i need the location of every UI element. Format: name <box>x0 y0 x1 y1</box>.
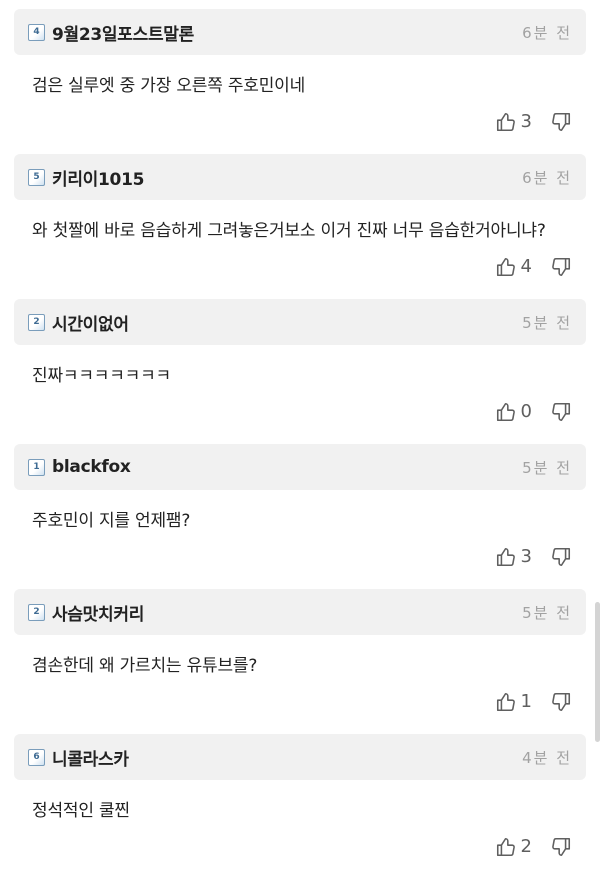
scrollbar[interactable] <box>595 602 600 742</box>
dislike-button[interactable] <box>550 546 572 568</box>
dislike-button[interactable] <box>550 836 572 858</box>
comment: 4 9월23일포스트말론 6분 전 검은 실루엣 중 가장 오른쪽 주호민이네 … <box>0 9 600 147</box>
thumbs-down-icon <box>550 111 572 133</box>
level-badge-icon: 5 <box>28 168 45 186</box>
thumbs-up-icon <box>495 836 517 858</box>
level-badge-icon: 1 <box>28 458 45 476</box>
like-count: 0 <box>520 401 532 422</box>
comment-author[interactable]: 니콜라스카 <box>52 745 522 770</box>
comment-text: 겸손한데 왜 가르치는 유튜브를? <box>32 656 258 676</box>
comment-header: 6 니콜라스카 4분 전 <box>14 734 586 780</box>
thumbs-up-icon <box>495 401 517 423</box>
like-count: 4 <box>520 256 532 277</box>
comment-text: 정석적인 쿨찐 <box>32 801 130 821</box>
comment-text: 검은 실루엣 중 가장 오른쪽 주호민이네 <box>32 76 306 96</box>
dislike-button[interactable] <box>550 691 572 713</box>
thumbs-up-icon <box>495 546 517 568</box>
thumbs-down-icon <box>550 546 572 568</box>
comment-header: 1 blackfox 5분 전 <box>14 444 586 490</box>
comment-actions: 1 <box>0 683 600 727</box>
like-count: 3 <box>520 546 532 567</box>
comment-actions: 2 <box>0 828 600 872</box>
comment-list: 4 9월23일포스트말론 6분 전 검은 실루엣 중 가장 오른쪽 주호민이네 … <box>0 0 600 872</box>
comment-time: 5분 전 <box>522 313 572 332</box>
thumbs-down-icon <box>550 691 572 713</box>
level-badge-icon: 2 <box>28 603 45 621</box>
dislike-button[interactable] <box>550 256 572 278</box>
comment: 2 사슴맛치커리 5분 전 겸손한데 왜 가르치는 유튜브를? 1 <box>0 589 600 727</box>
dislike-button[interactable] <box>550 401 572 423</box>
like-button[interactable]: 4 <box>495 256 532 278</box>
like-button[interactable]: 3 <box>495 546 532 568</box>
dislike-button[interactable] <box>550 111 572 133</box>
comment-time: 5분 전 <box>522 458 572 477</box>
thumbs-down-icon <box>550 836 572 858</box>
comment: 2 시간이없어 5분 전 진짜ㅋㅋㅋㅋㅋㅋㅋ 0 <box>0 299 600 437</box>
comment-actions: 0 <box>0 393 600 437</box>
comment-header: 4 9월23일포스트말론 6분 전 <box>14 9 586 55</box>
thumbs-up-icon <box>495 111 517 133</box>
comment-text: 와 첫짤에 바로 음습하게 그려놓은거보소 이거 진짜 너무 음습한거아니냐? <box>32 221 546 241</box>
like-button[interactable]: 1 <box>495 691 532 713</box>
comment-header: 5 키리이1015 6분 전 <box>14 154 586 200</box>
comment: 5 키리이1015 6분 전 와 첫짤에 바로 음습하게 그려놓은거보소 이거 … <box>0 154 600 292</box>
comment-header: 2 사슴맛치커리 5분 전 <box>14 589 586 635</box>
comment-author[interactable]: 키리이1015 <box>52 165 522 190</box>
comment-time: 4분 전 <box>522 748 572 767</box>
like-button[interactable]: 0 <box>495 401 532 423</box>
comment-actions: 3 <box>0 103 600 147</box>
comment-actions: 3 <box>0 538 600 582</box>
comment-time: 5분 전 <box>522 603 572 622</box>
comment-text: 주호민이 지를 언제팸? <box>32 511 191 531</box>
comment-actions: 4 <box>0 248 600 292</box>
thumbs-down-icon <box>550 256 572 278</box>
level-badge-icon: 6 <box>28 748 45 766</box>
comment-time: 6분 전 <box>522 23 572 42</box>
like-button[interactable]: 3 <box>495 111 532 133</box>
level-badge-icon: 4 <box>28 23 45 41</box>
thumbs-down-icon <box>550 401 572 423</box>
level-badge-icon: 2 <box>28 313 45 331</box>
comment: 6 니콜라스카 4분 전 정석적인 쿨찐 2 <box>0 734 600 872</box>
comment-time: 6분 전 <box>522 168 572 187</box>
comment-author[interactable]: 시간이없어 <box>52 310 522 335</box>
like-count: 3 <box>520 111 532 132</box>
like-button[interactable]: 2 <box>495 836 532 858</box>
comment-text: 진짜ㅋㅋㅋㅋㅋㅋㅋ <box>32 366 171 386</box>
like-count: 2 <box>520 836 532 857</box>
comment-author[interactable]: blackfox <box>52 457 522 477</box>
comment-author[interactable]: 9월23일포스트말론 <box>52 20 522 45</box>
thumbs-up-icon <box>495 256 517 278</box>
comment: 1 blackfox 5분 전 주호민이 지를 언제팸? 3 <box>0 444 600 582</box>
thumbs-up-icon <box>495 691 517 713</box>
comment-author[interactable]: 사슴맛치커리 <box>52 600 522 625</box>
like-count: 1 <box>520 691 532 712</box>
comment-header: 2 시간이없어 5분 전 <box>14 299 586 345</box>
